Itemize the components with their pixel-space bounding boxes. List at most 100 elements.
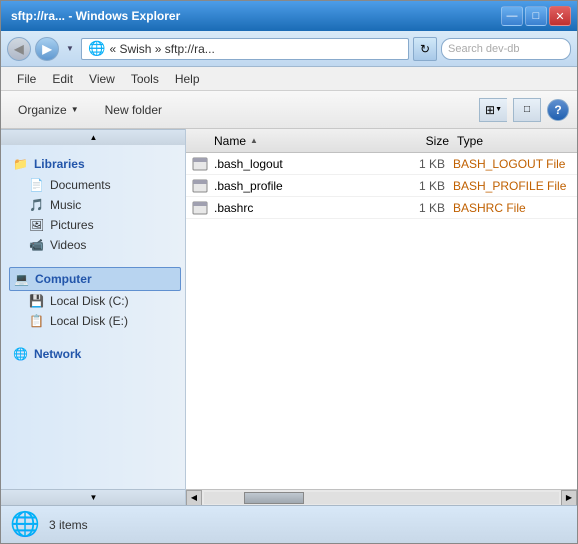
new-folder-button[interactable]: New folder	[96, 99, 171, 121]
table-row[interactable]: .bash_logout 1 KB BASH_LOGOUT File	[186, 153, 577, 175]
sidebar-computer-header[interactable]: 💻 Computer	[9, 267, 181, 291]
computer-icon: 💻	[14, 272, 29, 286]
column-headers: Name ▲ Size Type	[186, 129, 577, 153]
title-bar: sftp://ra... - Windows Explorer — □ ✕	[1, 1, 577, 31]
file-type-1: BASH_PROFILE File	[453, 179, 573, 193]
file-size-0: 1 KB	[393, 157, 453, 171]
local-c-icon: 💾	[29, 294, 44, 308]
videos-label: Videos	[50, 238, 86, 252]
pictures-label: Pictures	[50, 218, 93, 232]
network-label: Network	[34, 347, 81, 361]
view-pane-button[interactable]: □	[513, 98, 541, 122]
music-icon: 🎵	[29, 198, 44, 212]
table-row[interactable]: .bash_profile 1 KB BASH_PROFILE File	[186, 175, 577, 197]
main-content: ▲ 📁 Libraries 📄 Documents 🎵 Music	[1, 129, 577, 505]
forward-button[interactable]: ▶	[35, 37, 59, 61]
menu-view[interactable]: View	[81, 70, 123, 88]
col-size-label: Size	[426, 134, 449, 148]
refresh-button[interactable]: ↻	[413, 37, 437, 61]
col-size-header[interactable]: Size	[397, 134, 457, 148]
sidebar-item-local-e[interactable]: 📋 Local Disk (E:)	[9, 311, 181, 331]
file-type-2: BASHRC File	[453, 201, 573, 215]
file-icon-2	[190, 198, 210, 218]
file-icon-0	[190, 154, 210, 174]
file-name-0: .bash_logout	[214, 157, 393, 171]
sidebar-libraries-header[interactable]: 📁 Libraries	[9, 153, 181, 175]
h-scroll-right-button[interactable]: ▶	[561, 490, 577, 506]
sidebar-item-local-c[interactable]: 💾 Local Disk (C:)	[9, 291, 181, 311]
sidebar-network-header[interactable]: 🌐 Network	[9, 343, 181, 365]
file-icon-1	[190, 176, 210, 196]
help-button[interactable]: ?	[547, 99, 569, 121]
col-type-label: Type	[457, 134, 483, 148]
file-list: .bash_logout 1 KB BASH_LOGOUT File .bash…	[186, 153, 577, 489]
h-scrollbar[interactable]: ◀ ▶	[186, 489, 577, 505]
menu-help[interactable]: Help	[167, 70, 208, 88]
window-title: sftp://ra... - Windows Explorer	[7, 9, 180, 23]
window-controls: — □ ✕	[501, 6, 571, 26]
menu-file[interactable]: File	[9, 70, 44, 88]
maximize-button[interactable]: □	[525, 6, 547, 26]
videos-icon: 📹	[29, 238, 44, 252]
file-name-1: .bash_profile	[214, 179, 393, 193]
view-dropdown-icon: ▼	[495, 106, 502, 113]
network-icon: 🌐	[13, 347, 28, 361]
view-grid-button[interactable]: ⊞ ▼	[479, 98, 507, 122]
organize-button[interactable]: Organize ▼	[9, 99, 88, 121]
path-text: « Swish » sftp://ra...	[109, 42, 214, 56]
music-label: Music	[50, 198, 81, 212]
table-row[interactable]: .bashrc 1 KB BASHRC File	[186, 197, 577, 219]
view-pane-icon: □	[524, 104, 530, 115]
menu-edit[interactable]: Edit	[44, 70, 81, 88]
computer-label: Computer	[35, 272, 92, 286]
col-name-header[interactable]: Name ▲	[186, 129, 397, 152]
local-c-label: Local Disk (C:)	[50, 294, 129, 308]
pictures-icon: 🖼	[29, 218, 44, 232]
file-size-1: 1 KB	[393, 179, 453, 193]
col-type-header[interactable]: Type	[457, 134, 577, 148]
menu-tools[interactable]: Tools	[123, 70, 167, 88]
sidebar-item-documents[interactable]: 📄 Documents	[9, 175, 181, 195]
minimize-button[interactable]: —	[501, 6, 523, 26]
sidebar-scroll[interactable]: 📁 Libraries 📄 Documents 🎵 Music 🖼 Pictur…	[1, 145, 185, 489]
sidebar-item-music[interactable]: 🎵 Music	[9, 195, 181, 215]
status-icon: 🌐	[9, 509, 41, 541]
view-grid-icon: ⊞	[485, 103, 495, 117]
libraries-label: Libraries	[34, 157, 85, 171]
file-panel: Name ▲ Size Type .bash_logout 1 KB	[186, 129, 577, 505]
search-box[interactable]: Search dev-db	[441, 38, 571, 60]
file-name-2: .bashrc	[214, 201, 393, 215]
h-scroll-thumb[interactable]	[244, 492, 304, 504]
view-controls: ⊞ ▼ □ ?	[479, 98, 569, 122]
menu-bar: File Edit View Tools Help	[1, 67, 577, 91]
sidebar-scroll-down[interactable]: ▼	[1, 489, 186, 505]
scroll-down-icon: ▼	[90, 493, 98, 502]
nav-dropdown[interactable]: ▼	[63, 37, 77, 61]
path-icon: 🌐	[88, 40, 105, 57]
close-button[interactable]: ✕	[549, 6, 571, 26]
toolbar: Organize ▼ New folder ⊞ ▼ □ ?	[1, 91, 577, 129]
file-type-0: BASH_LOGOUT File	[453, 157, 573, 171]
libraries-icon: 📁	[13, 157, 28, 171]
h-scroll-left-button[interactable]: ◀	[186, 490, 202, 506]
organize-label: Organize	[18, 103, 67, 117]
new-folder-label: New folder	[105, 103, 162, 117]
address-path[interactable]: 🌐 « Swish » sftp://ra...	[81, 38, 409, 60]
network-section: 🌐 Network	[1, 335, 185, 369]
scroll-up-icon: ▲	[90, 133, 98, 142]
documents-icon: 📄	[29, 178, 44, 192]
sidebar-scroll-up[interactable]: ▲	[1, 129, 186, 145]
local-e-icon: 📋	[29, 314, 44, 328]
sidebar-item-videos[interactable]: 📹 Videos	[9, 235, 181, 255]
back-button[interactable]: ◀	[7, 37, 31, 61]
col-name-label: Name	[214, 134, 246, 148]
status-text: 3 items	[49, 518, 88, 532]
libraries-section: 📁 Libraries 📄 Documents 🎵 Music 🖼 Pictur…	[1, 145, 185, 259]
explorer-window: sftp://ra... - Windows Explorer — □ ✕ ◀ …	[0, 0, 578, 544]
sidebar: ▲ 📁 Libraries 📄 Documents 🎵 Music	[1, 129, 186, 505]
h-scroll-track[interactable]	[204, 492, 559, 504]
sidebar-item-pictures[interactable]: 🖼 Pictures	[9, 215, 181, 235]
documents-label: Documents	[50, 178, 111, 192]
organize-arrow: ▼	[71, 105, 79, 114]
status-bar: 🌐 3 items	[1, 505, 577, 543]
